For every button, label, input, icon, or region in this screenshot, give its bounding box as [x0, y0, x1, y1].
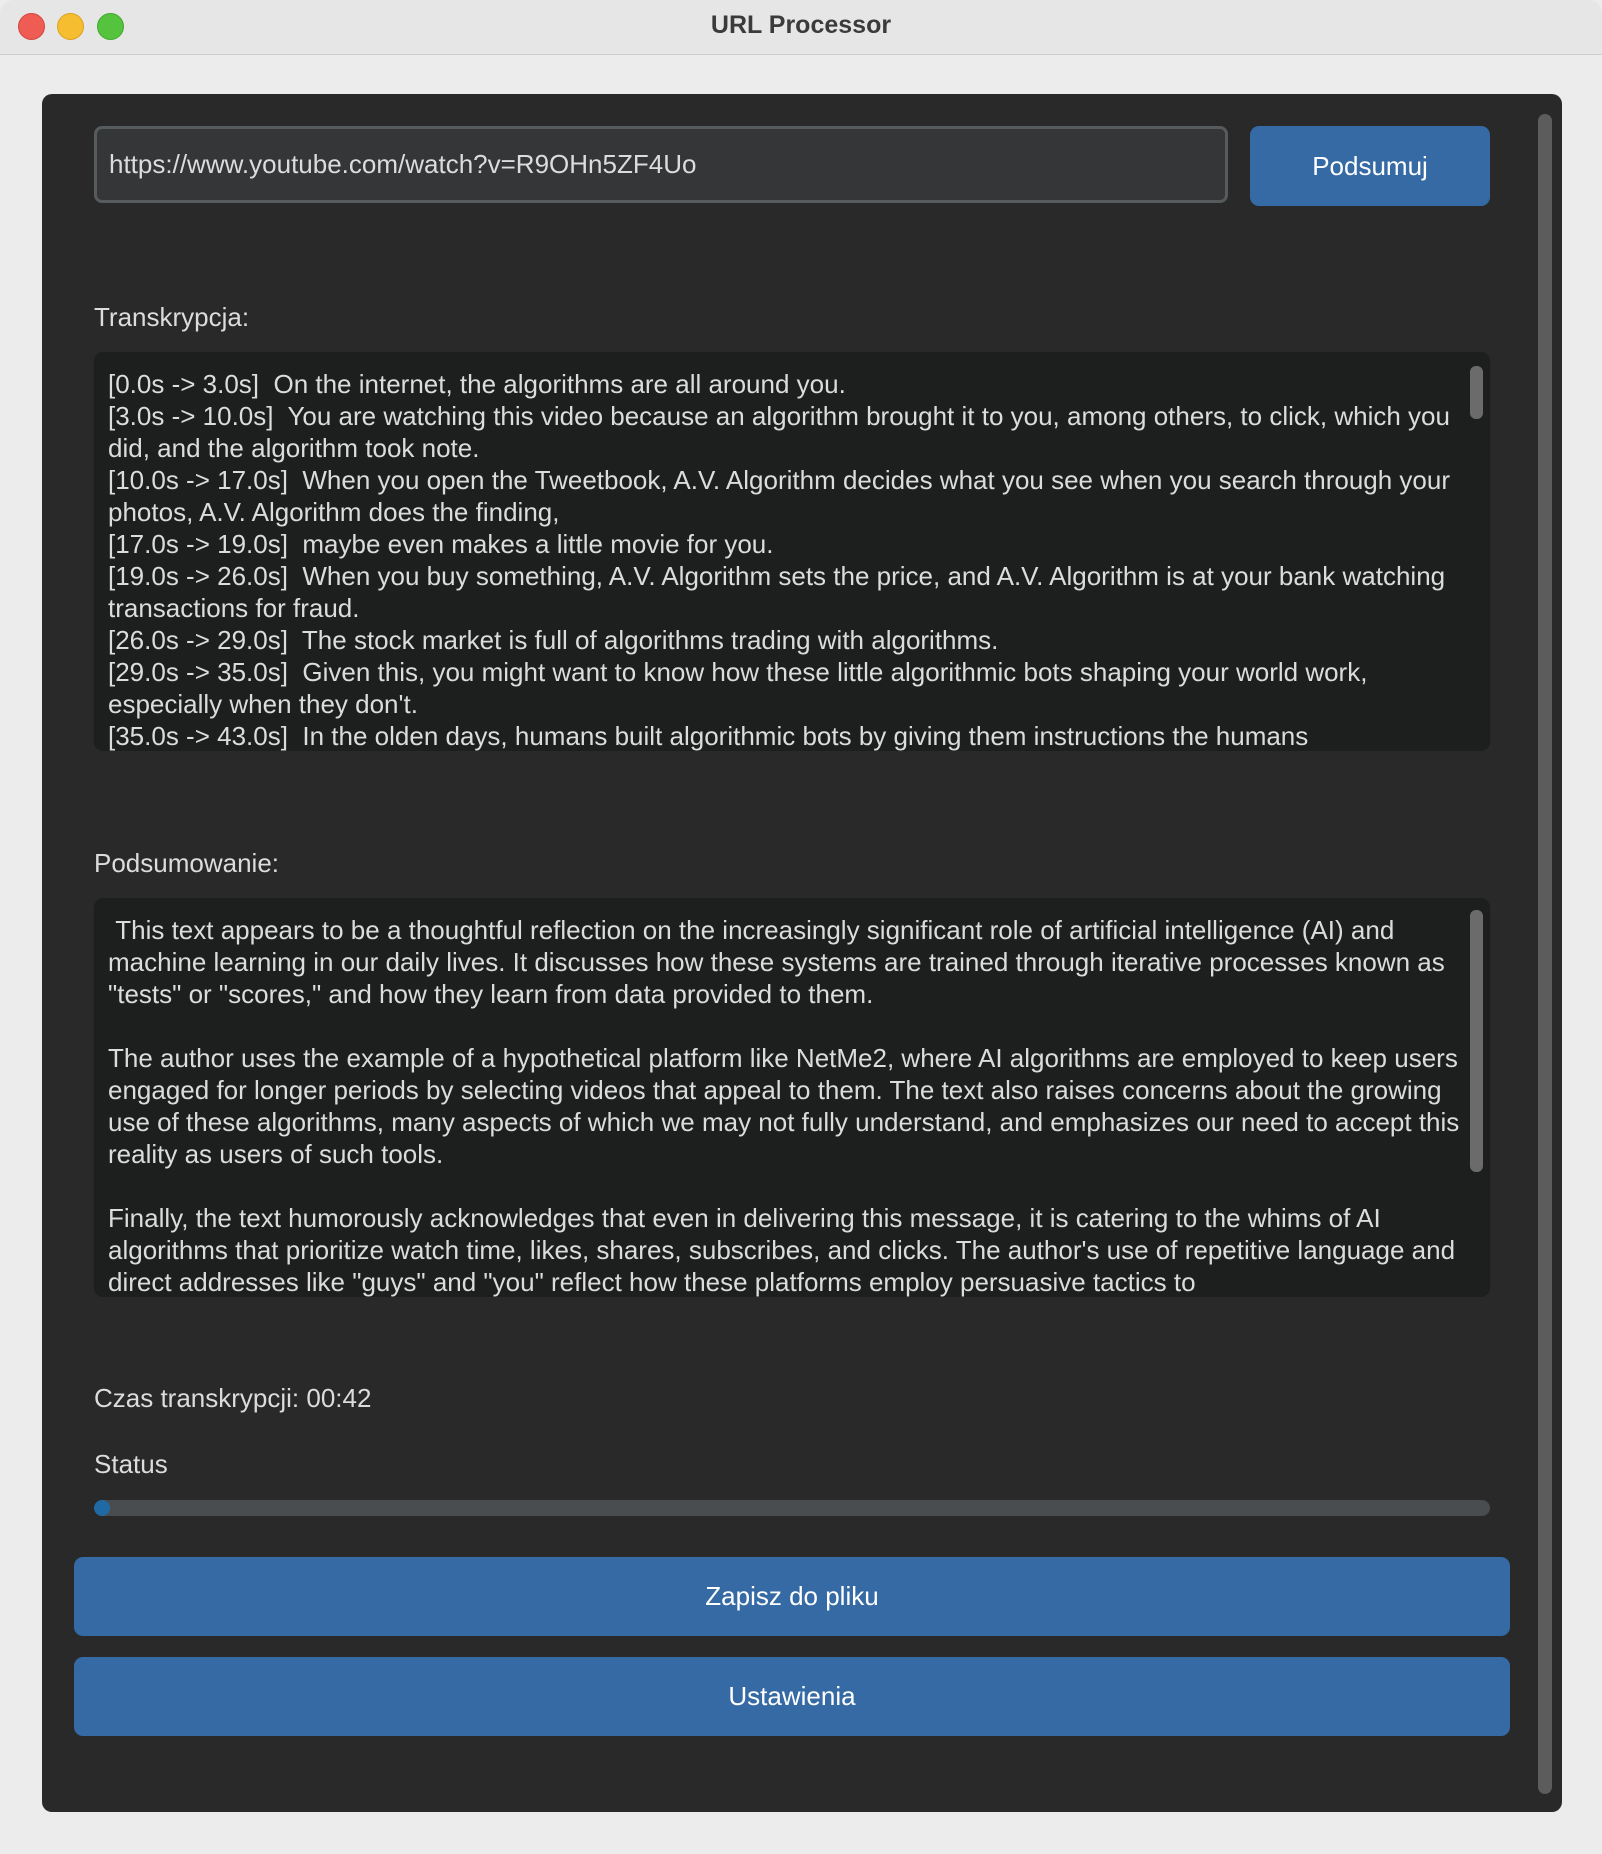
app-window: URL Processor Podsumuj Transkrypcja: [0.…	[0, 0, 1602, 1854]
status-progress-bar	[94, 1500, 1490, 1516]
summary-text: This text appears to be a thoughtful ref…	[108, 915, 1460, 1297]
transcription-time: Czas transkrypcji: 00:42	[94, 1383, 372, 1413]
title-bar: URL Processor	[0, 0, 1602, 55]
summary-scrollbar[interactable]	[1470, 910, 1483, 1172]
settings-button[interactable]: Ustawienia	[74, 1657, 1510, 1736]
window-title: URL Processor	[710, 11, 892, 39]
summarize-button[interactable]: Podsumuj	[1250, 126, 1490, 206]
transcription-text: [0.0s -> 3.0s] On the internet, the algo…	[108, 369, 1451, 751]
panel-scrollbar[interactable]	[1538, 114, 1552, 1794]
status-progress-fill	[94, 1500, 110, 1516]
url-input[interactable]	[94, 126, 1228, 203]
summary-textbox[interactable]: This text appears to be a thoughtful ref…	[94, 898, 1490, 1297]
transcription-textbox[interactable]: [0.0s -> 3.0s] On the internet, the algo…	[94, 352, 1490, 751]
save-to-file-button[interactable]: Zapisz do pliku	[74, 1557, 1510, 1636]
transcription-label: Transkrypcja:	[94, 302, 250, 332]
summary-label: Podsumowanie:	[94, 848, 279, 878]
transcription-scrollbar[interactable]	[1470, 366, 1483, 419]
status-label: Status	[94, 1449, 168, 1479]
